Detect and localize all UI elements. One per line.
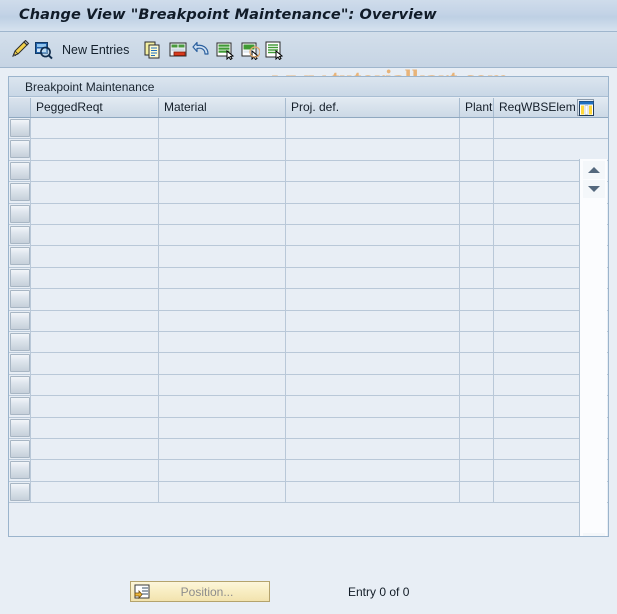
column-header-material[interactable]: Material	[159, 98, 286, 117]
variable-list-button[interactable]	[264, 40, 284, 60]
undo-button[interactable]	[192, 40, 212, 60]
undo-arrow-icon	[192, 41, 209, 55]
row-selector[interactable]	[10, 161, 30, 180]
copy-icon	[144, 41, 160, 59]
row-selector[interactable]	[10, 397, 30, 416]
scroll-down-arrow-icon	[588, 186, 600, 192]
row-selector[interactable]	[10, 204, 30, 223]
change-display-toggle-button[interactable]	[10, 40, 30, 60]
table-row[interactable]	[9, 289, 608, 311]
row-selector[interactable]	[10, 482, 30, 501]
table-row[interactable]	[9, 439, 608, 461]
table-row[interactable]	[9, 225, 608, 247]
column-header-row-selector[interactable]	[9, 98, 31, 117]
column-header-pegged-reqt[interactable]: PeggedReqt	[31, 98, 159, 117]
table-row[interactable]	[9, 460, 608, 482]
new-entries-button[interactable]: New Entries	[62, 40, 129, 60]
position-button[interactable]: Position...	[130, 581, 270, 602]
row-selector[interactable]	[10, 440, 30, 458]
row-selector[interactable]	[10, 183, 30, 202]
table-row[interactable]	[9, 182, 608, 204]
table-row[interactable]	[9, 118, 608, 140]
column-header-proj-def[interactable]: Proj. def.	[286, 98, 460, 117]
scroll-up-arrow-icon	[588, 167, 600, 173]
table-row[interactable]	[9, 246, 608, 268]
table-group-title: Breakpoint Maintenance	[25, 80, 155, 94]
breakpoint-maintenance-table-panel: Breakpoint Maintenance PeggedReqt Materi…	[8, 76, 609, 537]
position-button-label: Position...	[180, 584, 234, 599]
entry-count-status: Entry 0 of 0	[348, 585, 410, 599]
delete-row-icon	[169, 42, 187, 57]
select-all-button[interactable]	[215, 40, 235, 60]
row-selector[interactable]	[10, 290, 30, 309]
table-row[interactable]	[9, 417, 608, 439]
list-select-icon	[265, 41, 284, 60]
position-icon	[134, 584, 150, 600]
row-selector[interactable]	[10, 311, 30, 330]
row-selector[interactable]	[10, 119, 30, 137]
table-row[interactable]	[9, 396, 608, 418]
application-toolbar: New Entries	[0, 32, 617, 93]
scroll-page-up-button[interactable]	[583, 161, 605, 179]
copy-as-button[interactable]	[143, 40, 163, 60]
deselect-all-icon	[241, 42, 260, 60]
delete-button[interactable]	[168, 40, 188, 60]
row-selector[interactable]	[10, 375, 30, 394]
table-vertical-scrollbar[interactable]	[579, 159, 607, 536]
page-title: Change View "Breakpoint Maintenance": Ov…	[19, 7, 437, 23]
magnifier-icon	[35, 42, 53, 60]
row-selector[interactable]	[10, 268, 30, 287]
table-column-header-row: PeggedReqt Material Proj. def. Plant Req…	[9, 98, 608, 118]
table-row[interactable]	[9, 160, 608, 183]
row-selector[interactable]	[10, 461, 30, 480]
table-row[interactable]	[9, 374, 608, 397]
table-row[interactable]	[9, 481, 608, 504]
column-header-plant[interactable]: Plant	[460, 98, 494, 117]
display-details-button[interactable]	[33, 40, 53, 60]
table-row[interactable]	[9, 310, 608, 332]
table-row[interactable]	[9, 139, 608, 161]
table-row[interactable]	[9, 353, 608, 375]
row-selector[interactable]	[10, 247, 30, 266]
table-group-header: Breakpoint Maintenance	[9, 77, 608, 97]
table-row[interactable]	[9, 203, 608, 225]
table-body	[9, 118, 608, 536]
row-selector[interactable]	[10, 418, 30, 437]
row-selector[interactable]	[10, 333, 30, 351]
new-entries-label: New Entries	[62, 43, 130, 57]
row-selector[interactable]	[10, 226, 30, 244]
scroll-up-button[interactable]	[583, 533, 605, 536]
row-selector[interactable]	[10, 140, 30, 159]
window-title-bar: Change View "Breakpoint Maintenance": Ov…	[0, 0, 617, 32]
row-selector[interactable]	[10, 354, 30, 373]
table-row[interactable]	[9, 332, 608, 354]
table-settings-button[interactable]	[577, 99, 594, 116]
scroll-page-down-button[interactable]	[583, 180, 605, 198]
table-config-icon	[579, 101, 594, 116]
column-header-req-wbs-elem[interactable]: ReqWBSElem	[494, 98, 576, 117]
pencil-icon	[12, 40, 30, 57]
select-all-icon	[216, 42, 235, 60]
deselect-all-button[interactable]	[240, 40, 260, 60]
table-row[interactable]	[9, 267, 608, 290]
